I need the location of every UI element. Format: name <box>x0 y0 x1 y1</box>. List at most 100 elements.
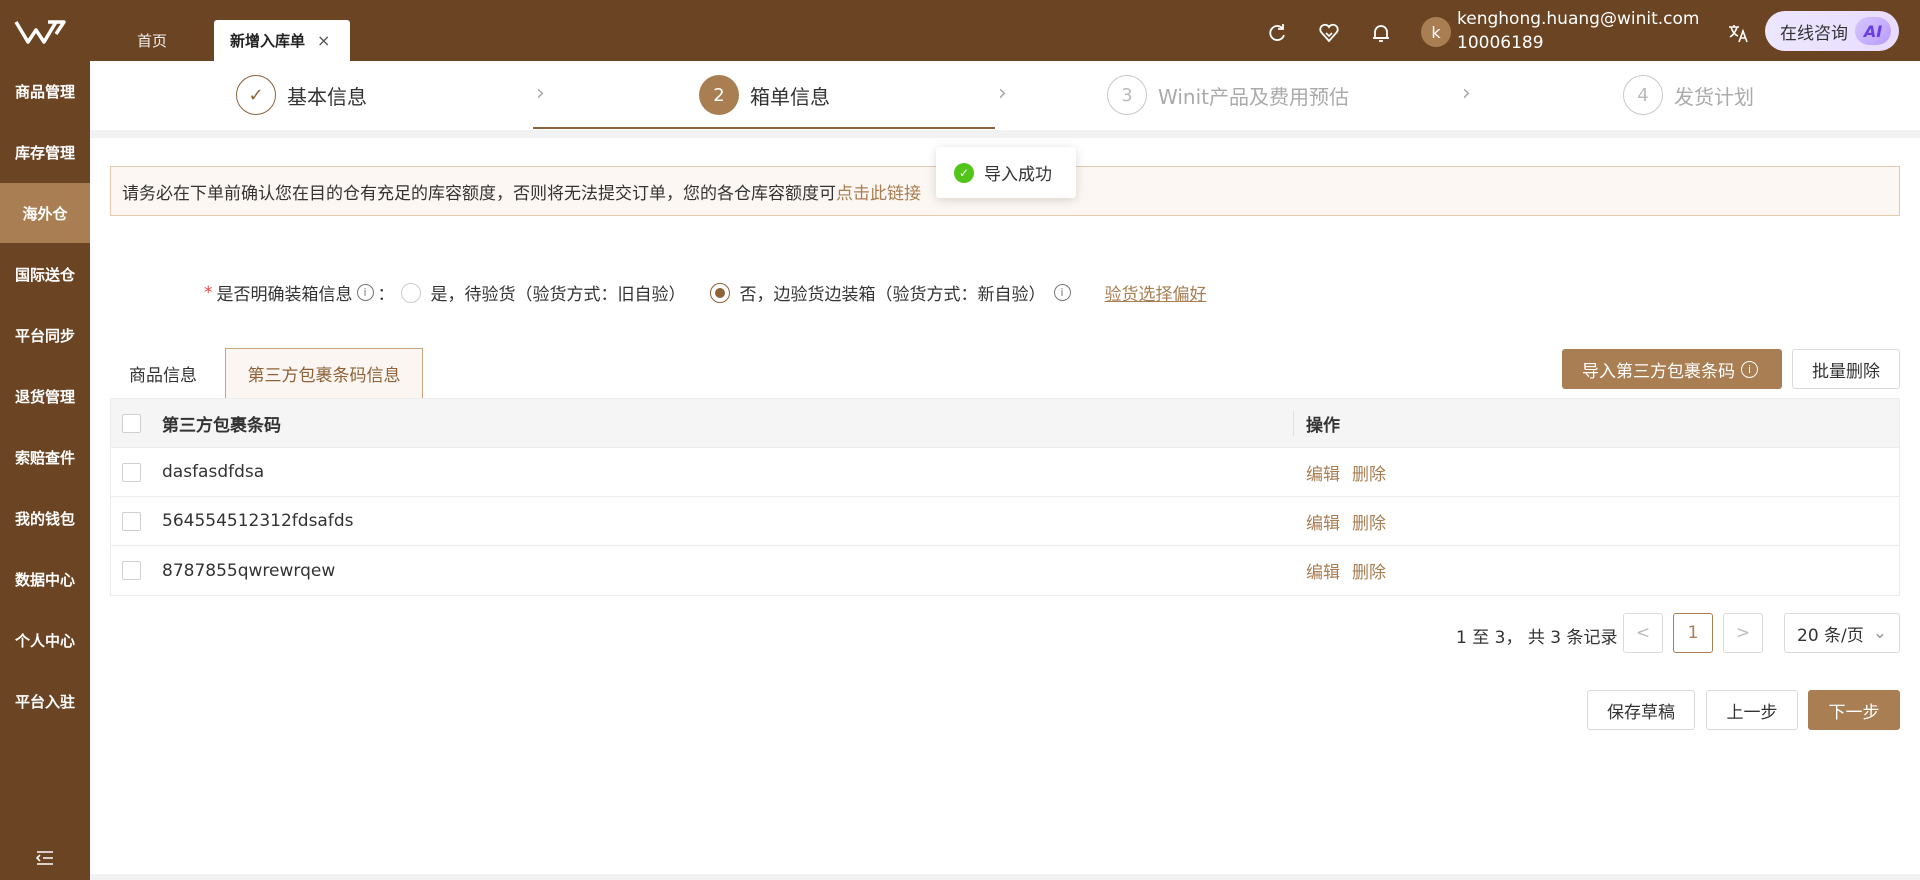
step-winit-product-fee[interactable]: 3 Winit产品及费用预估 <box>1107 75 1349 115</box>
field-colon: ： <box>377 285 395 305</box>
avatar[interactable]: k <box>1421 17 1451 47</box>
sidebar-item-product-management[interactable]: 商品管理 <box>0 61 90 121</box>
pagination-info: 1 至 3， 共 3 条记录 <box>1456 628 1618 648</box>
tab-home[interactable]: 首页 <box>120 20 215 61</box>
step-label: Winit产品及费用预估 <box>1158 84 1349 109</box>
step-shipping-plan[interactable]: 4 发货计划 <box>1623 75 1754 115</box>
table-row: dasfasdfdsa 编辑 删除 <box>111 448 1899 497</box>
edit-link[interactable]: 编辑 <box>1306 465 1340 485</box>
sidebar-item-data-center[interactable]: 数据中心 <box>0 549 90 609</box>
close-icon[interactable]: × <box>317 31 330 50</box>
tab-third-party-barcode[interactable]: 第三方包裹条码信息 <box>225 348 423 398</box>
delete-link[interactable]: 删除 <box>1352 465 1386 485</box>
pagination-prev-button[interactable]: < <box>1623 613 1663 653</box>
sidebar-item-international-delivery[interactable]: 国际送仓 <box>0 244 90 304</box>
info-icon[interactable]: i <box>356 284 374 301</box>
sidebar-item-overseas-warehouse[interactable]: 海外仓 <box>0 183 90 243</box>
sidebar: 商品管理 库存管理 海外仓 国际送仓 平台同步 退货管理 索赔查件 我的钱包 数… <box>0 61 90 880</box>
page-size-value: 20 条/页 <box>1797 625 1864 646</box>
sidebar-item-platform-onboarding[interactable]: 平台入驻 <box>0 671 90 731</box>
edit-link[interactable]: 编辑 <box>1306 514 1340 534</box>
tab-new-inbound-order-label: 新增入库单 <box>230 32 306 50</box>
translate-icon[interactable] <box>1727 22 1749 44</box>
column-divider <box>1293 411 1294 436</box>
required-mark: * <box>204 282 213 303</box>
import-barcode-button[interactable]: 导入第三方包裹条码 i <box>1562 349 1782 389</box>
radio-yes[interactable] <box>400 282 421 303</box>
pagination-next-button[interactable]: > <box>1723 613 1763 653</box>
row-checkbox[interactable] <box>122 561 141 580</box>
page-size-select[interactable]: 20 条/页 ⌄ <box>1784 613 1900 653</box>
chevron-right-icon: › <box>536 81 545 106</box>
delete-link[interactable]: 删除 <box>1352 514 1386 534</box>
row-checkbox[interactable] <box>122 511 141 531</box>
delete-link[interactable]: 删除 <box>1352 563 1386 583</box>
step-label: 箱单信息 <box>750 84 830 109</box>
tab-home-label: 首页 <box>137 32 168 50</box>
table-row: 8787855qwrewrqew 编辑 删除 <box>111 546 1899 595</box>
notice-text: 请务必在下单前确认您在目的仓有充足的库容额度，否则将无法提交订单，您的各仓库容额… <box>122 183 836 204</box>
step-number: 3 <box>1107 75 1147 115</box>
inspection-preference-link[interactable]: 验货选择偏好 <box>1105 280 1207 305</box>
row-actions: 编辑 删除 <box>1306 460 1398 485</box>
row-actions: 编辑 删除 <box>1306 558 1398 583</box>
refresh-icon[interactable] <box>1266 22 1288 44</box>
winit-logo-icon[interactable] <box>14 18 72 48</box>
favorite-icon[interactable] <box>1318 22 1340 44</box>
info-icon: i <box>1741 360 1758 378</box>
step-number: 2 <box>699 75 739 115</box>
save-draft-button[interactable]: 保存草稿 <box>1587 690 1695 730</box>
chevron-right-icon: › <box>1462 81 1471 106</box>
column-header-barcode: 第三方包裹条码 <box>162 415 281 436</box>
tab-new-inbound-order[interactable]: 新增入库单 × <box>214 20 350 61</box>
toast-text: 导入成功 <box>984 165 1052 185</box>
radio-no-label[interactable]: 否，边验货边装箱（验货方式：新自验） <box>740 280 1046 305</box>
ai-consult-button[interactable]: 在线咨询 AI <box>1765 11 1899 51</box>
packing-info-label: 是否明确装箱信息 <box>216 285 353 305</box>
import-barcode-label: 导入第三方包裹条码 <box>1582 361 1735 382</box>
barcode-cell: 8787855qwrewrqew <box>162 560 336 581</box>
next-step-button[interactable]: 下一步 <box>1808 690 1900 730</box>
ai-badge: AI <box>1855 17 1891 45</box>
step-box-info[interactable]: 2 箱单信息 <box>699 75 830 115</box>
success-check-icon: ✓ <box>954 162 974 183</box>
step-label: 发货计划 <box>1674 84 1754 109</box>
info-icon[interactable]: i <box>1053 284 1071 301</box>
barcode-cell: 564554512312fdsafds <box>162 511 354 531</box>
step-indicator: ✓ 基本信息 › 2 箱单信息 › 3 Winit产品及费用预估 › 4 发货计… <box>90 61 1920 130</box>
notice-link[interactable]: 点击此链接 <box>836 179 921 204</box>
row-actions: 编辑 删除 <box>1306 509 1398 534</box>
pagination-page-1[interactable]: 1 <box>1673 613 1713 653</box>
sidebar-item-claims[interactable]: 索赔查件 <box>0 427 90 487</box>
check-icon: ✓ <box>236 75 276 115</box>
batch-delete-button[interactable]: 批量删除 <box>1792 349 1900 389</box>
step-label: 基本信息 <box>287 84 367 109</box>
collapse-menu-icon[interactable] <box>36 850 54 866</box>
chevron-down-icon: ⌄ <box>1872 623 1887 643</box>
step-basic-info[interactable]: ✓ 基本信息 <box>236 75 367 115</box>
tab-product-info[interactable]: 商品信息 <box>110 348 216 398</box>
radio-yes-label[interactable]: 是，待验货（验货方式：旧自验） <box>431 280 686 305</box>
table-row: 564554512312fdsafds 编辑 删除 <box>111 497 1899 546</box>
user-email[interactable]: kenghong.huang@winit.com <box>1457 9 1699 29</box>
prev-step-button[interactable]: 上一步 <box>1706 690 1798 730</box>
sidebar-item-returns[interactable]: 退货管理 <box>0 366 90 426</box>
row-checkbox[interactable] <box>122 462 141 482</box>
edit-link[interactable]: 编辑 <box>1306 563 1340 583</box>
radio-no[interactable] <box>709 282 730 303</box>
chevron-right-icon: › <box>998 81 1007 106</box>
step-number: 4 <box>1623 75 1663 115</box>
sidebar-item-personal-center[interactable]: 个人中心 <box>0 610 90 670</box>
bell-icon[interactable] <box>1370 22 1392 44</box>
sidebar-item-wallet[interactable]: 我的钱包 <box>0 488 90 548</box>
ai-consult-label: 在线咨询 <box>1780 23 1848 44</box>
user-id: 10006189 <box>1457 33 1544 53</box>
barcode-table: 第三方包裹条码 操作 dasfasdfdsa 编辑 删除 564554512312… <box>110 398 1900 596</box>
sidebar-item-inventory-management[interactable]: 库存管理 <box>0 122 90 182</box>
sidebar-item-platform-sync[interactable]: 平台同步 <box>0 305 90 365</box>
select-all-checkbox[interactable] <box>122 413 141 433</box>
column-header-actions: 操作 <box>1306 415 1340 436</box>
success-toast: ✓ 导入成功 <box>936 147 1076 198</box>
active-step-underline <box>533 127 995 129</box>
top-bar: 首页 新增入库单 × k kenghong.huang@winit.com 10… <box>0 0 1920 61</box>
